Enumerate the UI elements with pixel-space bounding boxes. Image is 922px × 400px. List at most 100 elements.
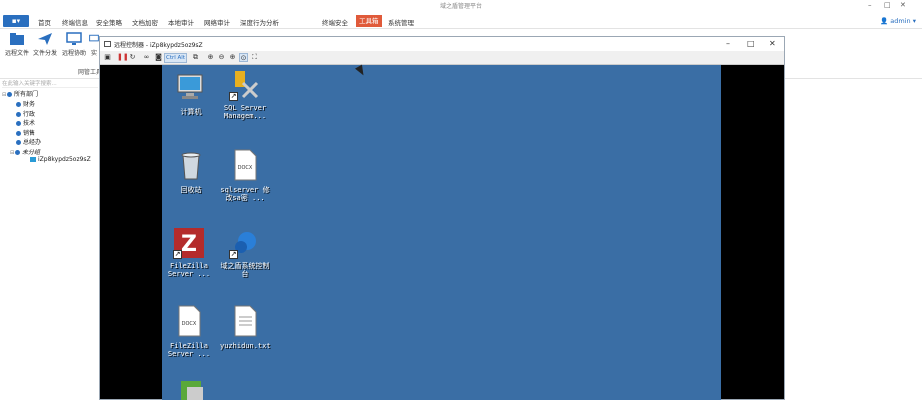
desktop-icon-filezilla[interactable]: Z ↗ FileZilla Server ... [164, 227, 214, 278]
shortcut-arrow-icon: ↗ [229, 92, 238, 101]
menu-toggle-button[interactable]: ▪▾ [3, 15, 29, 27]
group-icon [16, 140, 21, 145]
close-icon[interactable]: ✕ [769, 39, 776, 48]
svg-text:DOCX: DOCX [182, 321, 197, 327]
settings-icon[interactable]: ▣ [103, 53, 112, 62]
tree-item-device[interactable]: iZp8kypdz5oz9sZ [30, 156, 91, 163]
remote-assist-label: 远程协助 [61, 50, 86, 57]
sidebar-search-input[interactable]: 在此输入关键字搜索... [2, 79, 98, 88]
computer-icon [177, 74, 203, 99]
menu-behavior-analysis[interactable]: 深度行为分析 [240, 17, 279, 27]
tree-root-label: 所有部门 [14, 91, 39, 98]
desktop-icon-domain-console[interactable]: ↗ 域之盾系统控制台 [220, 227, 270, 278]
admin-user[interactable]: 👤 admin ▾ [880, 17, 916, 25]
link-icon[interactable]: ∞ [142, 53, 151, 62]
remote-desktop[interactable]: 计算机 ↗ SQL Server Managem... 回收站 DOCX sql… [162, 65, 721, 400]
tree-item-label: 财务 [23, 101, 36, 108]
group-icon [16, 112, 21, 117]
copy-icon[interactable]: ⧉ [191, 53, 200, 62]
desktop-icon-sqlserver-doc[interactable]: DOCX sqlserver 修改sa密 ... [220, 149, 270, 202]
tree-item-gm-office[interactable]: 总经办 [16, 137, 41, 146]
group-icon [7, 92, 12, 97]
main-menubar: ▪▾ 首页 终端信息 安全策略 文档加密 本地审计 网络审计 深度行为分析 终端… [0, 14, 922, 29]
user-icon: 👤 [880, 17, 889, 25]
shortcut-arrow-icon: ↗ [229, 250, 238, 259]
screen-icon [89, 34, 99, 42]
remote-file-button[interactable]: 远程文件 [2, 32, 32, 57]
zoom-in-icon[interactable]: ⊕ [206, 53, 215, 62]
tree-item-finance[interactable]: 财务 [16, 99, 35, 108]
zoom-out-icon[interactable]: ⊖ [217, 53, 226, 62]
menu-network-audit[interactable]: 网络审计 [204, 17, 230, 27]
file-distribute-label: 文件分发 [32, 50, 57, 57]
remote-control-window: 远程控制器 - iZp8kypdz5oz9sZ – □ ✕ ▣ ❚❚ ↻ ∞ ◙… [99, 36, 785, 400]
app-title: 域之盾管理平台 [439, 3, 482, 10]
tree-item-label: 未分组 [22, 149, 41, 156]
desktop-icon-label: FileZilla Server ... [167, 342, 211, 358]
desktop-icon-sql-server[interactable]: ↗ SQL Server Managem... [220, 69, 270, 120]
menu-local-audit[interactable]: 本地审计 [168, 17, 194, 27]
pause-icon[interactable]: ❚❚ [117, 53, 129, 62]
desktop-icon-label: yuzhidun.txt [220, 342, 271, 350]
txt-file-icon [234, 305, 257, 337]
folder-icon [10, 33, 24, 45]
tree-item-sales[interactable]: 销售 [16, 128, 35, 137]
desktop-icon-recycle-bin[interactable]: 回收站 [166, 149, 216, 194]
remote-window-titlebar: 远程控制器 - iZp8kypdz5oz9sZ – □ ✕ [100, 37, 784, 51]
docx-file-icon: DOCX [178, 305, 201, 337]
tree-item-label: iZp8kypdz5oz9sZ [38, 156, 91, 163]
desktop-icon-filezilla-doc[interactable]: DOCX FileZilla Server ... [164, 305, 214, 358]
tree-item-ungrouped[interactable]: ⊟ 未分组 [10, 147, 40, 156]
group-icon [16, 102, 21, 107]
app-titlebar: 域之盾管理平台 – □ ✕ [0, 0, 922, 12]
desktop-icon-label: sqlserver 修改sa密 ... [220, 186, 270, 202]
fullscreen-icon[interactable]: ⛶ [250, 53, 259, 62]
tree-root[interactable]: ⊟ 所有部门 [2, 89, 38, 98]
sql-server-icon: ↗ [229, 69, 261, 101]
menu-toolbox[interactable]: 工具箱 [356, 15, 382, 27]
close-icon[interactable]: ✕ [900, 1, 906, 9]
remote-file-label: 远程文件 [4, 50, 29, 57]
desktop-icon-yuzhidun-txt[interactable]: yuzhidun.txt [220, 305, 271, 350]
shortcut-arrow-icon: ↗ [173, 250, 182, 259]
remote-assist-button[interactable]: 远程协助 [59, 32, 89, 57]
remote-toolbar: ▣ ❚❚ ↻ ∞ ◙ Ctrl Alt ⧉ ⊕ ⊖ ⊕ ⊙ ⛶ [100, 51, 784, 65]
tree-item-label: 行政 [23, 111, 36, 118]
tree-item-admin[interactable]: 行政 [16, 109, 35, 118]
group-icon [15, 150, 20, 155]
camera-icon[interactable]: ◙ [154, 53, 163, 62]
desktop-icon-label: SQL Server Managem... [223, 104, 267, 120]
window-icon [104, 41, 111, 47]
filezilla-icon: Z ↗ [173, 227, 205, 259]
ctrl-alt-button[interactable]: Ctrl Alt [164, 53, 187, 63]
docx-file-icon: DOCX [234, 149, 257, 181]
zoom-actual-icon[interactable]: ⊙ [239, 53, 248, 62]
menu-terminal-info[interactable]: 终端信息 [62, 17, 88, 27]
domain-console-icon: ↗ [229, 227, 261, 259]
monitor-icon [66, 32, 82, 45]
group-icon [16, 131, 21, 136]
desktop-icon-computer[interactable]: 计算机 [166, 71, 216, 116]
maximize-icon[interactable]: □ [884, 1, 891, 9]
desktop-icon-label: 计算机 [180, 108, 202, 116]
tree-item-label: 销售 [23, 130, 36, 137]
desktop-icon-app[interactable] [166, 379, 216, 400]
zoom-fit-icon[interactable]: ⊕ [228, 53, 237, 62]
svg-text:DOCX: DOCX [238, 165, 253, 171]
minimize-icon[interactable]: – [868, 1, 872, 9]
maximize-icon[interactable]: □ [747, 39, 755, 48]
send-icon [38, 33, 52, 45]
refresh-icon[interactable]: ↻ [128, 53, 137, 62]
desktop-icon-label: 域之盾系统控制台 [220, 262, 270, 278]
minimize-icon[interactable]: – [726, 39, 730, 48]
menu-home[interactable]: 首页 [38, 17, 51, 27]
tree-item-tech[interactable]: 技术 [16, 118, 35, 127]
menu-security-policy[interactable]: 安全策略 [96, 17, 122, 27]
menu-system-admin[interactable]: 系统管理 [388, 17, 414, 27]
svg-text:Z: Z [181, 232, 197, 257]
group-icon [16, 121, 21, 126]
menu-doc-encrypt[interactable]: 文档加密 [132, 17, 158, 27]
file-distribute-button[interactable]: 文件分发 [30, 32, 60, 57]
menu-terminal-security[interactable]: 终端安全 [322, 17, 348, 27]
application-icon [181, 381, 203, 400]
